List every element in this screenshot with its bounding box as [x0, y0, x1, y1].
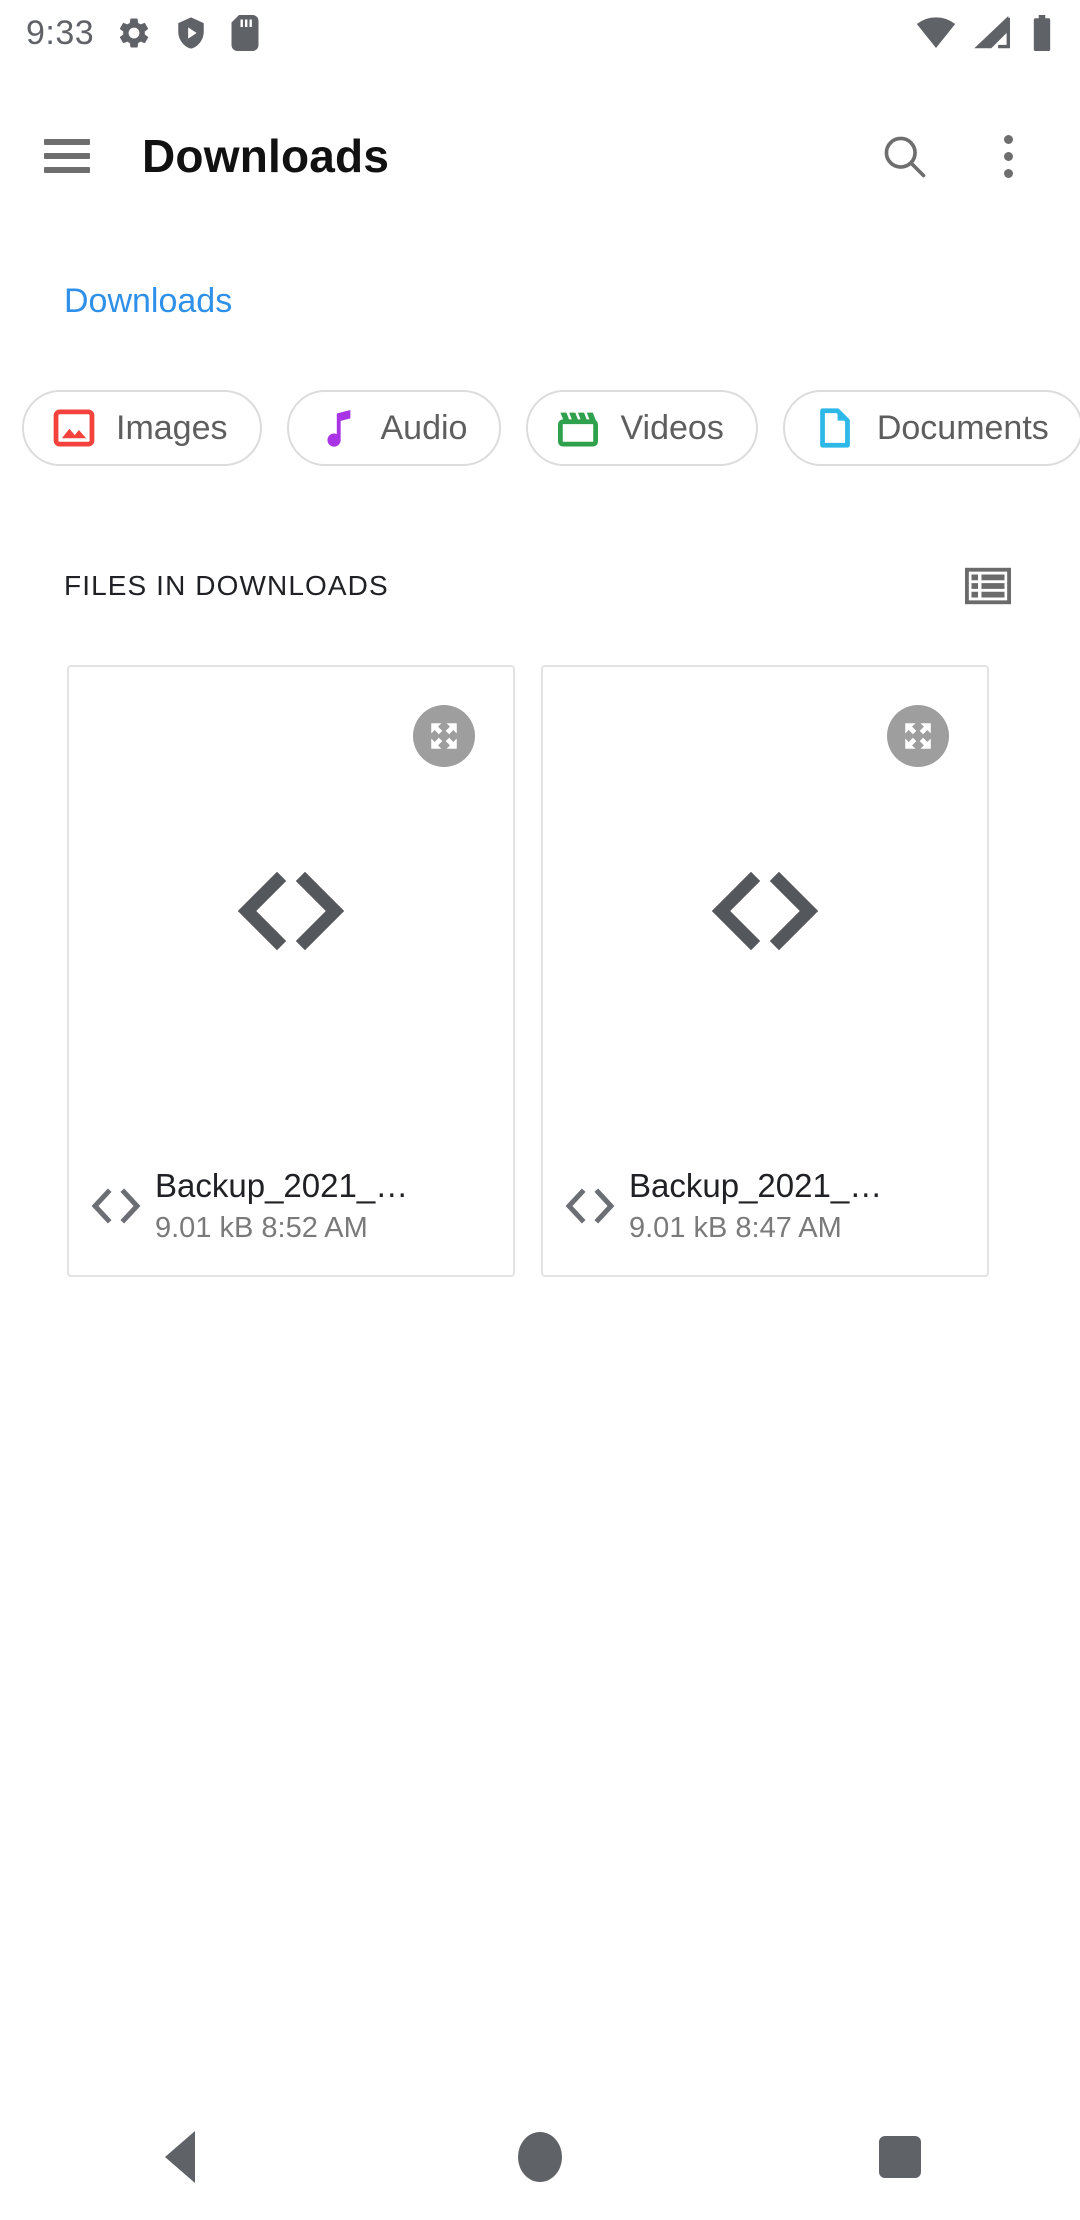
chip-videos-label: Videos	[620, 408, 724, 447]
chip-audio[interactable]: Audio	[286, 390, 502, 466]
code-brackets-icon	[69, 865, 513, 957]
chip-documents[interactable]: Documents	[782, 390, 1080, 466]
breadcrumb[interactable]: Downloads	[64, 282, 232, 321]
chip-images-label: Images	[116, 408, 228, 447]
file-info: Backup_2021_… 9.01 kB 8:47 AM	[623, 1165, 973, 1248]
image-icon	[53, 409, 95, 447]
downloads-screen: 9:33 Downloads Downloads Images Audio Vi…	[0, 0, 1080, 2220]
play-protect-icon	[178, 17, 204, 49]
app-bar: Downloads	[0, 100, 1080, 212]
list-view-icon	[965, 567, 1011, 605]
music-note-icon	[326, 410, 350, 447]
page-title: Downloads	[142, 130, 390, 182]
recents-button[interactable]	[840, 2112, 960, 2202]
status-bar-right	[916, 15, 1054, 51]
status-bar-left: 9:33	[26, 14, 260, 53]
file-meta: 9.01 kB 8:47 AM	[629, 1211, 842, 1244]
file-meta: 9.01 kB 8:52 AM	[155, 1211, 368, 1244]
search-icon	[884, 136, 926, 178]
code-brackets-icon	[83, 1184, 149, 1228]
file-card-footer: Backup_2021_… 9.01 kB 8:47 AM	[543, 1151, 987, 1275]
code-brackets-icon	[543, 865, 987, 957]
status-bar: 9:33	[0, 0, 1080, 66]
more-options-icon	[1003, 134, 1013, 178]
chip-audio-label: Audio	[380, 408, 468, 447]
file-card-footer: Backup_2021_… 9.01 kB 8:52 AM	[69, 1151, 513, 1275]
search-button[interactable]	[876, 128, 932, 184]
settings-gear-icon	[120, 18, 149, 48]
section-title: FILES IN DOWNLOADS	[64, 570, 389, 601]
clapperboard-icon	[558, 412, 599, 447]
chip-videos[interactable]: Videos	[526, 390, 758, 466]
recents-square-icon	[879, 2136, 921, 2178]
file-grid: Backup_2021_… 9.01 kB 8:52 AM Backup_202…	[67, 665, 1013, 1277]
chip-documents-label: Documents	[876, 408, 1049, 447]
hamburger-menu-icon[interactable]	[44, 139, 90, 173]
document-icon	[819, 408, 850, 448]
file-name: Backup_2021_…	[629, 1166, 883, 1204]
android-nav-bar	[0, 2094, 1080, 2220]
cellular-signal-icon	[974, 16, 1010, 49]
more-options-button[interactable]	[980, 128, 1036, 184]
filter-chips: Images Audio Videos Documents	[0, 388, 1080, 468]
chip-images[interactable]: Images	[22, 390, 262, 466]
file-card[interactable]: Backup_2021_… 9.01 kB 8:52 AM	[67, 665, 515, 1277]
file-thumbnail	[543, 667, 987, 1155]
list-view-toggle[interactable]	[960, 558, 1016, 614]
back-button[interactable]	[120, 2112, 240, 2202]
expand-fullscreen-icon[interactable]	[413, 705, 475, 767]
code-brackets-icon	[557, 1184, 623, 1228]
expand-fullscreen-icon[interactable]	[887, 705, 949, 767]
wifi-icon	[916, 17, 956, 48]
file-thumbnail	[69, 667, 513, 1155]
app-bar-actions	[876, 128, 1036, 184]
battery-icon	[1033, 15, 1051, 51]
file-name: Backup_2021_…	[155, 1166, 409, 1204]
section-header: FILES IN DOWNLOADS	[0, 558, 1080, 614]
file-card[interactable]: Backup_2021_… 9.01 kB 8:47 AM	[541, 665, 989, 1277]
back-triangle-icon	[165, 2131, 195, 2183]
home-button[interactable]	[480, 2112, 600, 2202]
status-clock: 9:33	[26, 13, 95, 52]
sd-card-icon	[231, 15, 259, 51]
file-info: Backup_2021_… 9.01 kB 8:52 AM	[149, 1165, 499, 1248]
home-circle-icon	[518, 2132, 562, 2182]
